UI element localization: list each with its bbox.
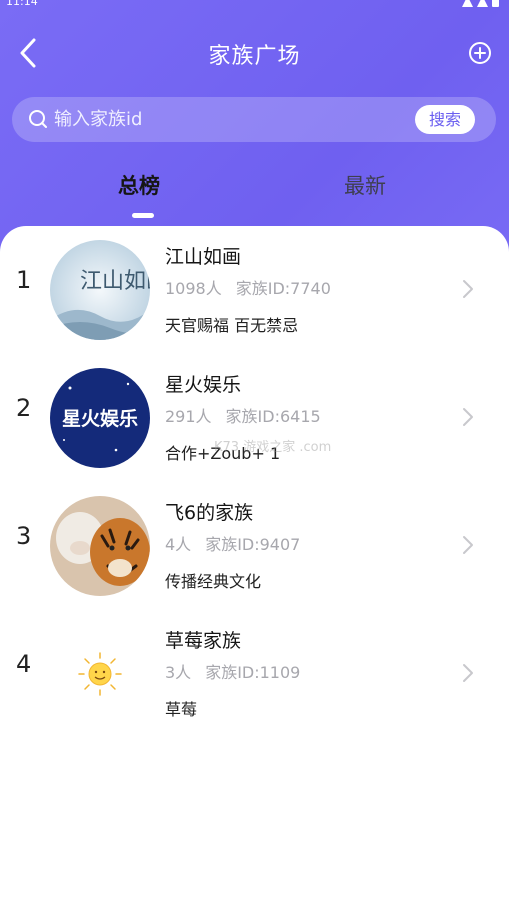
plus-circle-icon <box>469 42 491 64</box>
family-name: 飞6的家族 <box>165 502 254 524</box>
member-count: 3人 <box>165 663 192 682</box>
avatar-caption: 江山如画 <box>80 269 150 294</box>
family-id: 家族ID:9407 <box>205 535 301 554</box>
family-name: 星火娱乐 <box>165 374 242 396</box>
chevron-right-icon <box>463 280 473 298</box>
list-item[interactable]: 3 飞6的家族 4人 家族ID:9407 传播经典文化 <box>0 482 509 610</box>
avatar-caption: 星火娱乐 <box>62 407 138 430</box>
search-icon <box>29 110 47 128</box>
top-bar: 家族广场 <box>0 26 509 82</box>
avatar-image: 江山如画 <box>50 240 150 340</box>
family-square-screen: 11:14 家族广场 搜索 总榜 最新 <box>0 0 509 911</box>
family-meta: 4人 家族ID:9407 <box>165 531 300 555</box>
family-id: 家族ID:7740 <box>235 279 331 298</box>
avatar <box>50 496 150 596</box>
family-meta: 3人 家族ID:1109 <box>165 659 300 683</box>
tab-total-ranking[interactable]: 总榜 <box>118 170 160 200</box>
rank-number: 2 <box>16 394 32 422</box>
avatar: 江山如画 <box>50 240 150 340</box>
sun-icon <box>50 624 150 724</box>
family-name: 草莓家族 <box>165 630 242 652</box>
family-meta: 1098人 家族ID:7740 <box>165 275 331 299</box>
battery-icon <box>492 0 499 7</box>
chevron-right-icon <box>463 664 473 682</box>
wifi-icon <box>462 0 473 7</box>
family-name: 江山如画 <box>165 246 242 268</box>
family-description: 传播经典文化 <box>165 572 262 591</box>
search-bar: 搜索 <box>12 97 496 142</box>
family-id: 家族ID:6415 <box>225 407 321 426</box>
active-tab-indicator <box>132 213 154 218</box>
family-list: 1 江山如画 江山如画 1098人家族ID:7740 天官赐福 百无禁忌 2 <box>0 226 509 911</box>
member-count: 291人 <box>165 407 212 426</box>
rank-number: 4 <box>16 650 32 678</box>
search-button[interactable]: 搜索 <box>415 105 475 134</box>
avatar: 星火娱乐 <box>50 368 150 468</box>
list-item[interactable]: 4 草莓家族 3人 家族ID:1109 草莓 <box>0 610 509 738</box>
avatar-image: 星火娱乐 <box>50 368 150 468</box>
rank-number: 3 <box>16 522 32 550</box>
family-description: 草莓 <box>165 700 198 719</box>
chevron-right-icon <box>463 536 473 554</box>
tab-latest[interactable]: 最新 <box>344 170 386 200</box>
tiger-cat-avatar-image <box>50 496 150 596</box>
add-family-button[interactable] <box>465 38 495 68</box>
signal-icon <box>477 0 488 7</box>
chevron-right-icon <box>463 408 473 426</box>
search-input[interactable] <box>54 97 394 142</box>
system-icons <box>462 0 499 7</box>
page-title: 家族广场 <box>208 44 301 69</box>
list-item[interactable]: 1 江山如画 江山如画 1098人家族ID:7740 天官赐福 百无禁忌 <box>0 226 509 354</box>
status-bar: 11:14 <box>0 0 509 12</box>
member-count: 1098人 <box>165 279 222 298</box>
watermark: K73 游戏之家 .com <box>214 440 332 455</box>
rank-number: 1 <box>16 266 32 294</box>
avatar <box>50 624 150 724</box>
status-time: 11:14 <box>6 0 38 8</box>
list-item[interactable]: 2 星火娱乐 星火娱乐 291人 家族ID:6415 合作+Zoub+ 1 <box>0 354 509 482</box>
family-meta: 291人 家族ID:6415 <box>165 403 321 427</box>
family-id: 家族ID:1109 <box>205 663 301 682</box>
family-description: 天官赐福 百无禁忌 <box>165 316 299 335</box>
tab-bar: 总榜 最新 <box>0 160 509 220</box>
member-count: 4人 <box>165 535 192 554</box>
